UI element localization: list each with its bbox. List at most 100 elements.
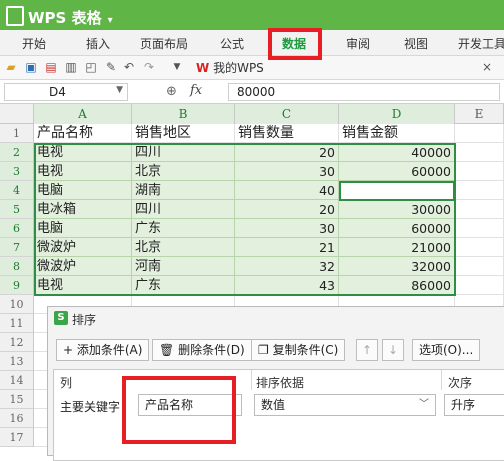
zoom-icon[interactable]: ⊕ — [166, 84, 177, 99]
redo-icon[interactable]: ↷ — [142, 60, 156, 74]
tab-developer[interactable]: 开发工具 — [458, 35, 504, 52]
cell-d[interactable]: 21000 — [339, 238, 455, 257]
cell-d[interactable]: 30000 — [339, 200, 455, 219]
row-header[interactable]: 12 — [0, 333, 34, 352]
cell-e[interactable] — [455, 162, 504, 181]
format-painter-icon[interactable]: ✎ — [104, 60, 118, 74]
header-cell-a[interactable]: 产品名称 — [34, 124, 132, 143]
undo-icon[interactable]: ↶ — [122, 60, 136, 74]
tab-home[interactable]: 开始 — [22, 35, 46, 52]
row-header[interactable]: 8 — [0, 257, 34, 276]
cell-b[interactable]: 湖南 — [132, 181, 235, 200]
cell-e[interactable] — [455, 200, 504, 219]
cell-e[interactable] — [455, 276, 504, 295]
column-header-e[interactable]: E — [455, 104, 504, 124]
row-header[interactable]: 4 — [0, 181, 34, 200]
column-header-b[interactable]: B — [132, 104, 235, 124]
row-header[interactable]: 15 — [0, 390, 34, 409]
close-tab-icon[interactable]: × — [480, 60, 494, 74]
cell-a[interactable]: 微波炉 — [34, 257, 132, 276]
cell-e[interactable] — [455, 143, 504, 162]
add-condition-button[interactable]: + 添加条件(A) — [56, 339, 150, 361]
cell-b[interactable]: 广东 — [132, 219, 235, 238]
cell-e[interactable] — [455, 238, 504, 257]
save-icon[interactable]: ▣ — [24, 60, 38, 74]
row-header[interactable]: 14 — [0, 371, 34, 390]
options-button[interactable]: 选项(O)... — [412, 339, 481, 361]
copy-condition-button[interactable]: ❐ 复制条件(C) — [251, 339, 346, 361]
cell-c[interactable]: 21 — [235, 238, 339, 257]
move-down-button[interactable]: ↓ — [382, 339, 404, 361]
cell-d[interactable]: 86000 — [339, 276, 455, 295]
row-header[interactable]: 2 — [0, 143, 34, 162]
cell-d[interactable]: 60000 — [339, 162, 455, 181]
row-header[interactable]: 9 — [0, 276, 34, 295]
tab-insert[interactable]: 插入 — [86, 35, 110, 52]
app-title[interactable]: WPS 表格 ▾ — [6, 6, 113, 28]
header-cell-d[interactable]: 销售金额 — [339, 124, 455, 143]
delete-condition-button[interactable]: 🗑 删除条件(D) — [152, 339, 252, 361]
open-folder-icon[interactable]: ▰ — [4, 60, 18, 74]
name-box[interactable]: D4 ▼ — [4, 83, 128, 101]
cell-b[interactable]: 四川 — [132, 200, 235, 219]
header-cell-c[interactable]: 销售数量 — [235, 124, 339, 143]
sort-by-select[interactable]: 数值 ﹀ — [254, 394, 436, 416]
print-preview-icon[interactable]: ◰ — [84, 60, 98, 74]
pdf-icon[interactable]: ▤ — [44, 60, 58, 74]
cell-a[interactable]: 电脑 — [34, 181, 132, 200]
cell-a[interactable]: 电冰箱 — [34, 200, 132, 219]
cell-e[interactable] — [455, 124, 504, 143]
tab-data[interactable]: 数据 — [282, 35, 306, 52]
cell-b[interactable]: 四川 — [132, 143, 235, 162]
tab-review[interactable]: 审阅 — [346, 35, 370, 52]
row-header[interactable]: 17 — [0, 428, 34, 447]
cell-e[interactable] — [455, 181, 504, 200]
cell-c[interactable]: 30 — [235, 219, 339, 238]
cell-a[interactable]: 电视 — [34, 162, 132, 181]
row-header[interactable]: 6 — [0, 219, 34, 238]
row-header[interactable]: 16 — [0, 409, 34, 428]
select-all-corner[interactable] — [0, 104, 34, 124]
cell-d[interactable]: 80000 — [339, 181, 455, 200]
cell-a[interactable]: 电视 — [34, 143, 132, 162]
more-dropdown-icon[interactable]: ▼ — [170, 60, 184, 74]
cell-c[interactable]: 20 — [235, 143, 339, 162]
cell-a[interactable]: 电脑 — [34, 219, 132, 238]
cell-b[interactable]: 广东 — [132, 276, 235, 295]
cell-e[interactable] — [455, 219, 504, 238]
row-header[interactable]: 7 — [0, 238, 34, 257]
order-select[interactable]: 升序 — [444, 394, 504, 416]
fx-icon[interactable]: fx — [190, 83, 202, 98]
move-up-button[interactable]: ↑ — [356, 339, 378, 361]
cell-b[interactable]: 北京 — [132, 162, 235, 181]
cell-c[interactable]: 20 — [235, 200, 339, 219]
cell-d[interactable]: 60000 — [339, 219, 455, 238]
cell-d[interactable]: 32000 — [339, 257, 455, 276]
tab-view[interactable]: 视图 — [404, 35, 428, 52]
tab-formula[interactable]: 公式 — [220, 35, 244, 52]
cell-a[interactable]: 电视 — [34, 276, 132, 295]
header-cell-b[interactable]: 销售地区 — [132, 124, 235, 143]
formula-input[interactable]: 80000 — [228, 83, 500, 101]
row-header[interactable]: 13 — [0, 352, 34, 371]
row-header[interactable]: 3 — [0, 162, 34, 181]
column-header-d[interactable]: D — [339, 104, 455, 124]
cell-e[interactable] — [455, 257, 504, 276]
cell-b[interactable]: 北京 — [132, 238, 235, 257]
row-header[interactable]: 10 — [0, 295, 34, 314]
primary-key-select[interactable]: 产品名称 — [138, 394, 242, 416]
cell-c[interactable]: 43 — [235, 276, 339, 295]
column-header-a[interactable]: A — [34, 104, 132, 124]
print-icon[interactable]: ▥ — [64, 60, 78, 74]
tab-page-layout[interactable]: 页面布局 — [140, 35, 188, 52]
cell-c[interactable]: 30 — [235, 162, 339, 181]
row-header[interactable]: 11 — [0, 314, 34, 333]
my-wps-tab[interactable]: W 我的WPS — [196, 59, 264, 76]
cell-c[interactable]: 32 — [235, 257, 339, 276]
cell-d[interactable]: 40000 — [339, 143, 455, 162]
column-header-c[interactable]: C — [235, 104, 339, 124]
cell-c[interactable]: 40 — [235, 181, 339, 200]
cell-b[interactable]: 河南 — [132, 257, 235, 276]
row-header[interactable]: 5 — [0, 200, 34, 219]
cell-a[interactable]: 微波炉 — [34, 238, 132, 257]
